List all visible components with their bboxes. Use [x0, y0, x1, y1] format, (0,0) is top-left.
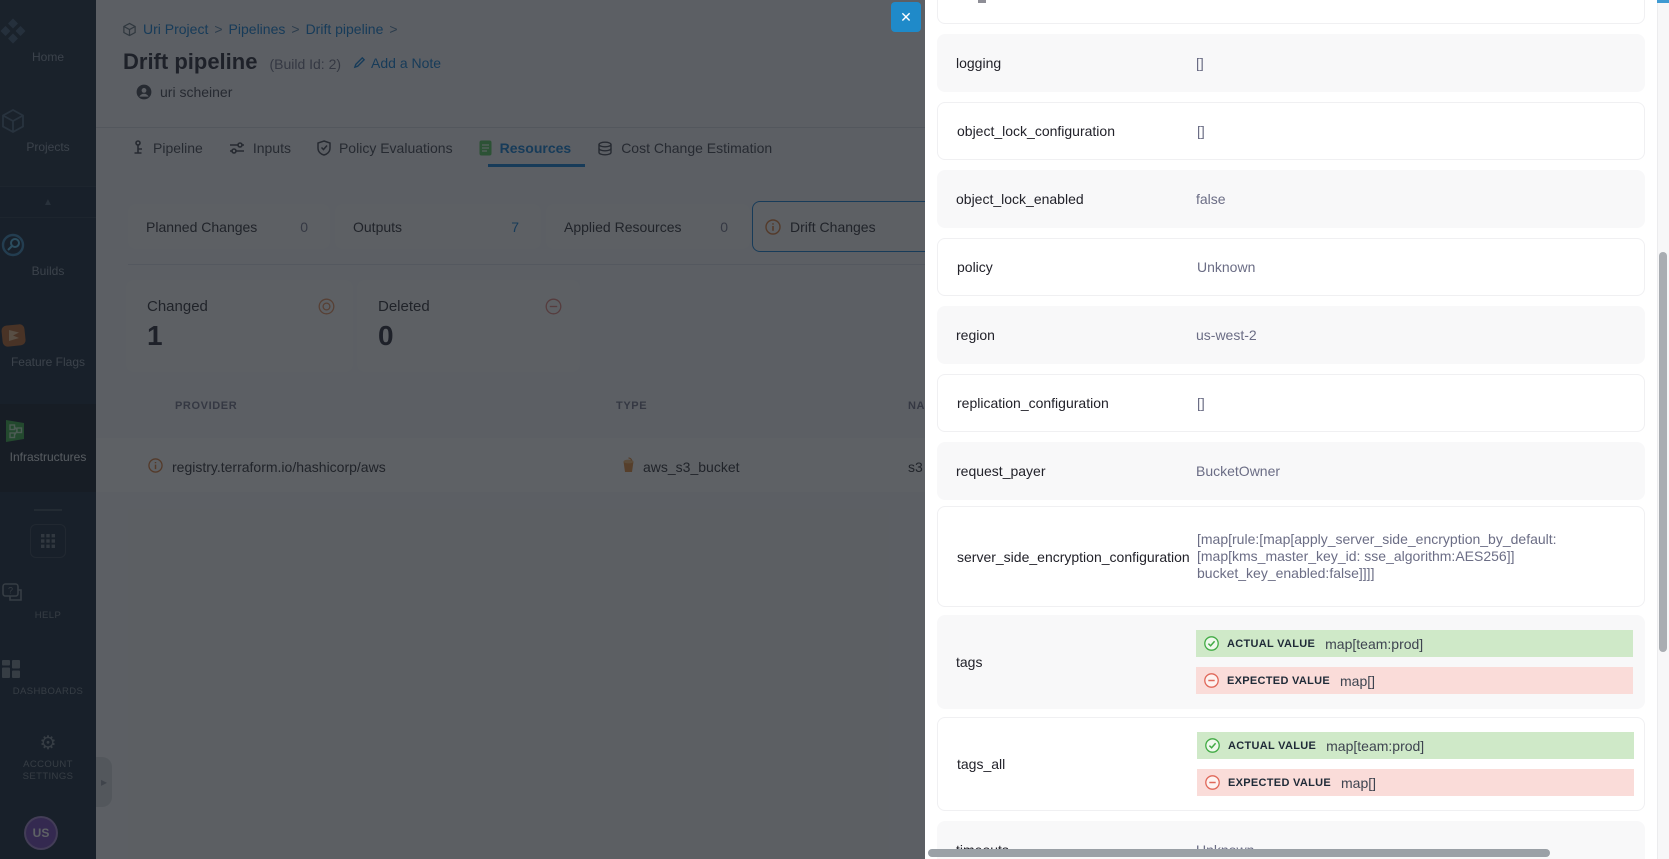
attribute-row-tags: tags ACTUAL VALUE map[team:prod] EXPECTE — [937, 615, 1645, 709]
check-circle-icon — [1204, 636, 1219, 651]
attribute-row-region: region us-west-2 — [937, 306, 1645, 364]
drawer-close-button[interactable]: ✕ — [891, 2, 921, 32]
app-window: Home Projects ▲ Builds — [0, 0, 1669, 859]
attribute-row-object-lock-enabled: object_lock_enabled false — [937, 170, 1645, 228]
close-icon: ✕ — [900, 9, 912, 25]
attribute-row-replication-configuration: replication_configuration [] — [937, 374, 1645, 432]
scrollbar-top-accent — [1657, 0, 1669, 3]
actual-value-banner: ACTUAL VALUE map[team:prod] — [1197, 732, 1634, 759]
attribute-row-logging: logging [] — [937, 34, 1645, 92]
minus-circle-icon — [1205, 775, 1220, 790]
attribute-row-object-lock-configuration: object_lock_configuration [] — [937, 102, 1645, 160]
vertical-scrollbar-thumb[interactable] — [1659, 252, 1667, 652]
attribute-row-request-payer: request_payer BucketOwner — [937, 442, 1645, 500]
expected-value-banner: EXPECTED VALUE map[] — [1197, 769, 1634, 796]
minus-circle-icon — [1204, 673, 1219, 688]
drift-details-drawer: logging [] object_lock_configuration [] … — [925, 0, 1669, 859]
attribute-row-policy: policy Unknown — [937, 238, 1645, 296]
attribute-row-server-side-encryption: server_side_encryption_configuration [ma… — [937, 506, 1645, 607]
expected-value-banner: EXPECTED VALUE map[] — [1196, 667, 1633, 694]
horizontal-scrollbar-thumb[interactable] — [928, 849, 1550, 857]
check-circle-icon — [1205, 738, 1220, 753]
actual-value-banner: ACTUAL VALUE map[team:prod] — [1196, 630, 1633, 657]
modal-overlay[interactable] — [0, 0, 925, 859]
clipped-text-sliver — [978, 0, 986, 3]
attribute-row-tags-all: tags_all ACTUAL VALUE map[team:prod] EXP — [937, 717, 1645, 811]
partial-top-row — [937, 0, 1645, 24]
